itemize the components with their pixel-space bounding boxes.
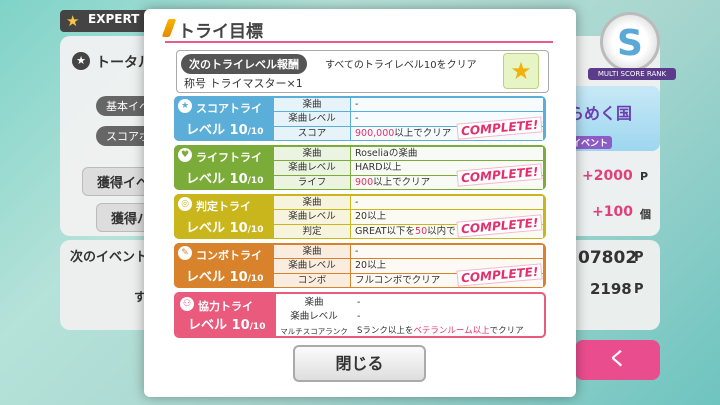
try-row: 楽曲 - [274, 98, 543, 112]
try-header: ⚇ 協力トライ レベル 10/10 [176, 294, 276, 336]
try-name: コンボトライ [196, 249, 262, 262]
try-name: ライフトライ [196, 151, 262, 164]
points-unit: P [640, 170, 649, 183]
close-button[interactable]: 閉じる [293, 345, 426, 382]
try-header: ♥ ライフトライ レベル 10/10 [174, 145, 274, 190]
heart-icon: ♥ [178, 148, 192, 162]
event-banner-text: らめく国 [568, 104, 633, 123]
try-coop: ⚇ 協力トライ レベル 10/10 楽曲 - 楽曲レベル - マルチスコアランク Sラ… [174, 292, 546, 338]
try-level: レベル 10/10 [186, 270, 264, 285]
star-circle-icon: ★ [72, 52, 90, 70]
try-name: 判定トライ [196, 200, 251, 213]
score-rank-badge: S [600, 12, 660, 72]
star-medal-icon: ★ [503, 53, 539, 89]
try-rows: 楽曲 - 楽曲レベル - マルチスコアランク Sランク以上をベテランルーム以上でクリア [276, 296, 541, 336]
try-life: ♥ ライフトライ レベル 10/10 楽曲 Roseliaの楽曲 楽曲レベル HAR… [174, 145, 546, 190]
try-row: 楽曲 - [274, 196, 543, 210]
multi-score-rank-label: MULTI SCORE RANK [588, 68, 676, 80]
try-header: ✎ コンボトライ レベル 10/10 [174, 243, 274, 288]
difficulty-label: EXPERT [88, 12, 140, 26]
try-row: マルチスコアランク Sランク以上をベテランルーム以上でクリア [276, 324, 541, 336]
points-plus-value: +2000 [582, 168, 633, 184]
big-points-value: 07802 [578, 248, 638, 268]
feather-icon: ✎ [178, 246, 192, 260]
next-reward-item: 称号 トライマスター×1 [184, 77, 303, 90]
try-row: 楽曲 - [276, 296, 541, 310]
try-header: ★ スコアトライ レベル 10/10 [174, 96, 274, 141]
next-reward-condition: すべてのトライレベル10をクリア [325, 60, 477, 71]
try-row: 楽曲レベル - [276, 310, 541, 324]
try-combo: ✎ コンボトライ レベル 10/10 楽曲 - 楽曲レベル 20以上 コンボ フルコン… [174, 243, 546, 288]
pink-action-button[interactable]: く [575, 340, 660, 380]
try-row: 楽曲 - [274, 245, 543, 259]
try-header: ◎ 判定トライ レベル 10/10 [174, 194, 274, 239]
try-level: レベル 10/10 [186, 172, 264, 187]
try-level: レベル 10/10 [186, 221, 264, 236]
count-plus-value: +100 [592, 204, 633, 220]
try-level: レベル 10/10 [188, 318, 266, 333]
people-icon: ⚇ [180, 297, 194, 311]
star-icon: ★ [178, 99, 192, 113]
target-icon: ◎ [178, 197, 192, 211]
count-unit: 個 [640, 208, 651, 221]
second-points-value: 2198 [590, 280, 632, 298]
modal-title: トライ目標 [178, 22, 263, 42]
try-judge: ◎ 判定トライ レベル 10/10 楽曲 - 楽曲レベル 20以上 判定 GREAT以… [174, 194, 546, 239]
title-underline [165, 41, 553, 43]
star-icon: ★ [66, 12, 80, 30]
try-score: ★ スコアトライ レベル 10/10 楽曲 - 楽曲レベル - スコア 900,000… [174, 96, 546, 141]
second-points-unit: P [634, 282, 644, 297]
next-event-label: 次のイベント [70, 250, 149, 265]
try-row: 楽曲 Roseliaの楽曲 [274, 147, 543, 161]
next-reward-label: 次のトライレベル報酬 [181, 54, 307, 74]
try-name: 協力トライ [198, 300, 253, 313]
try-name: スコアトライ [196, 102, 262, 115]
big-points-unit: P [634, 250, 644, 265]
try-level: レベル 10/10 [186, 123, 264, 138]
